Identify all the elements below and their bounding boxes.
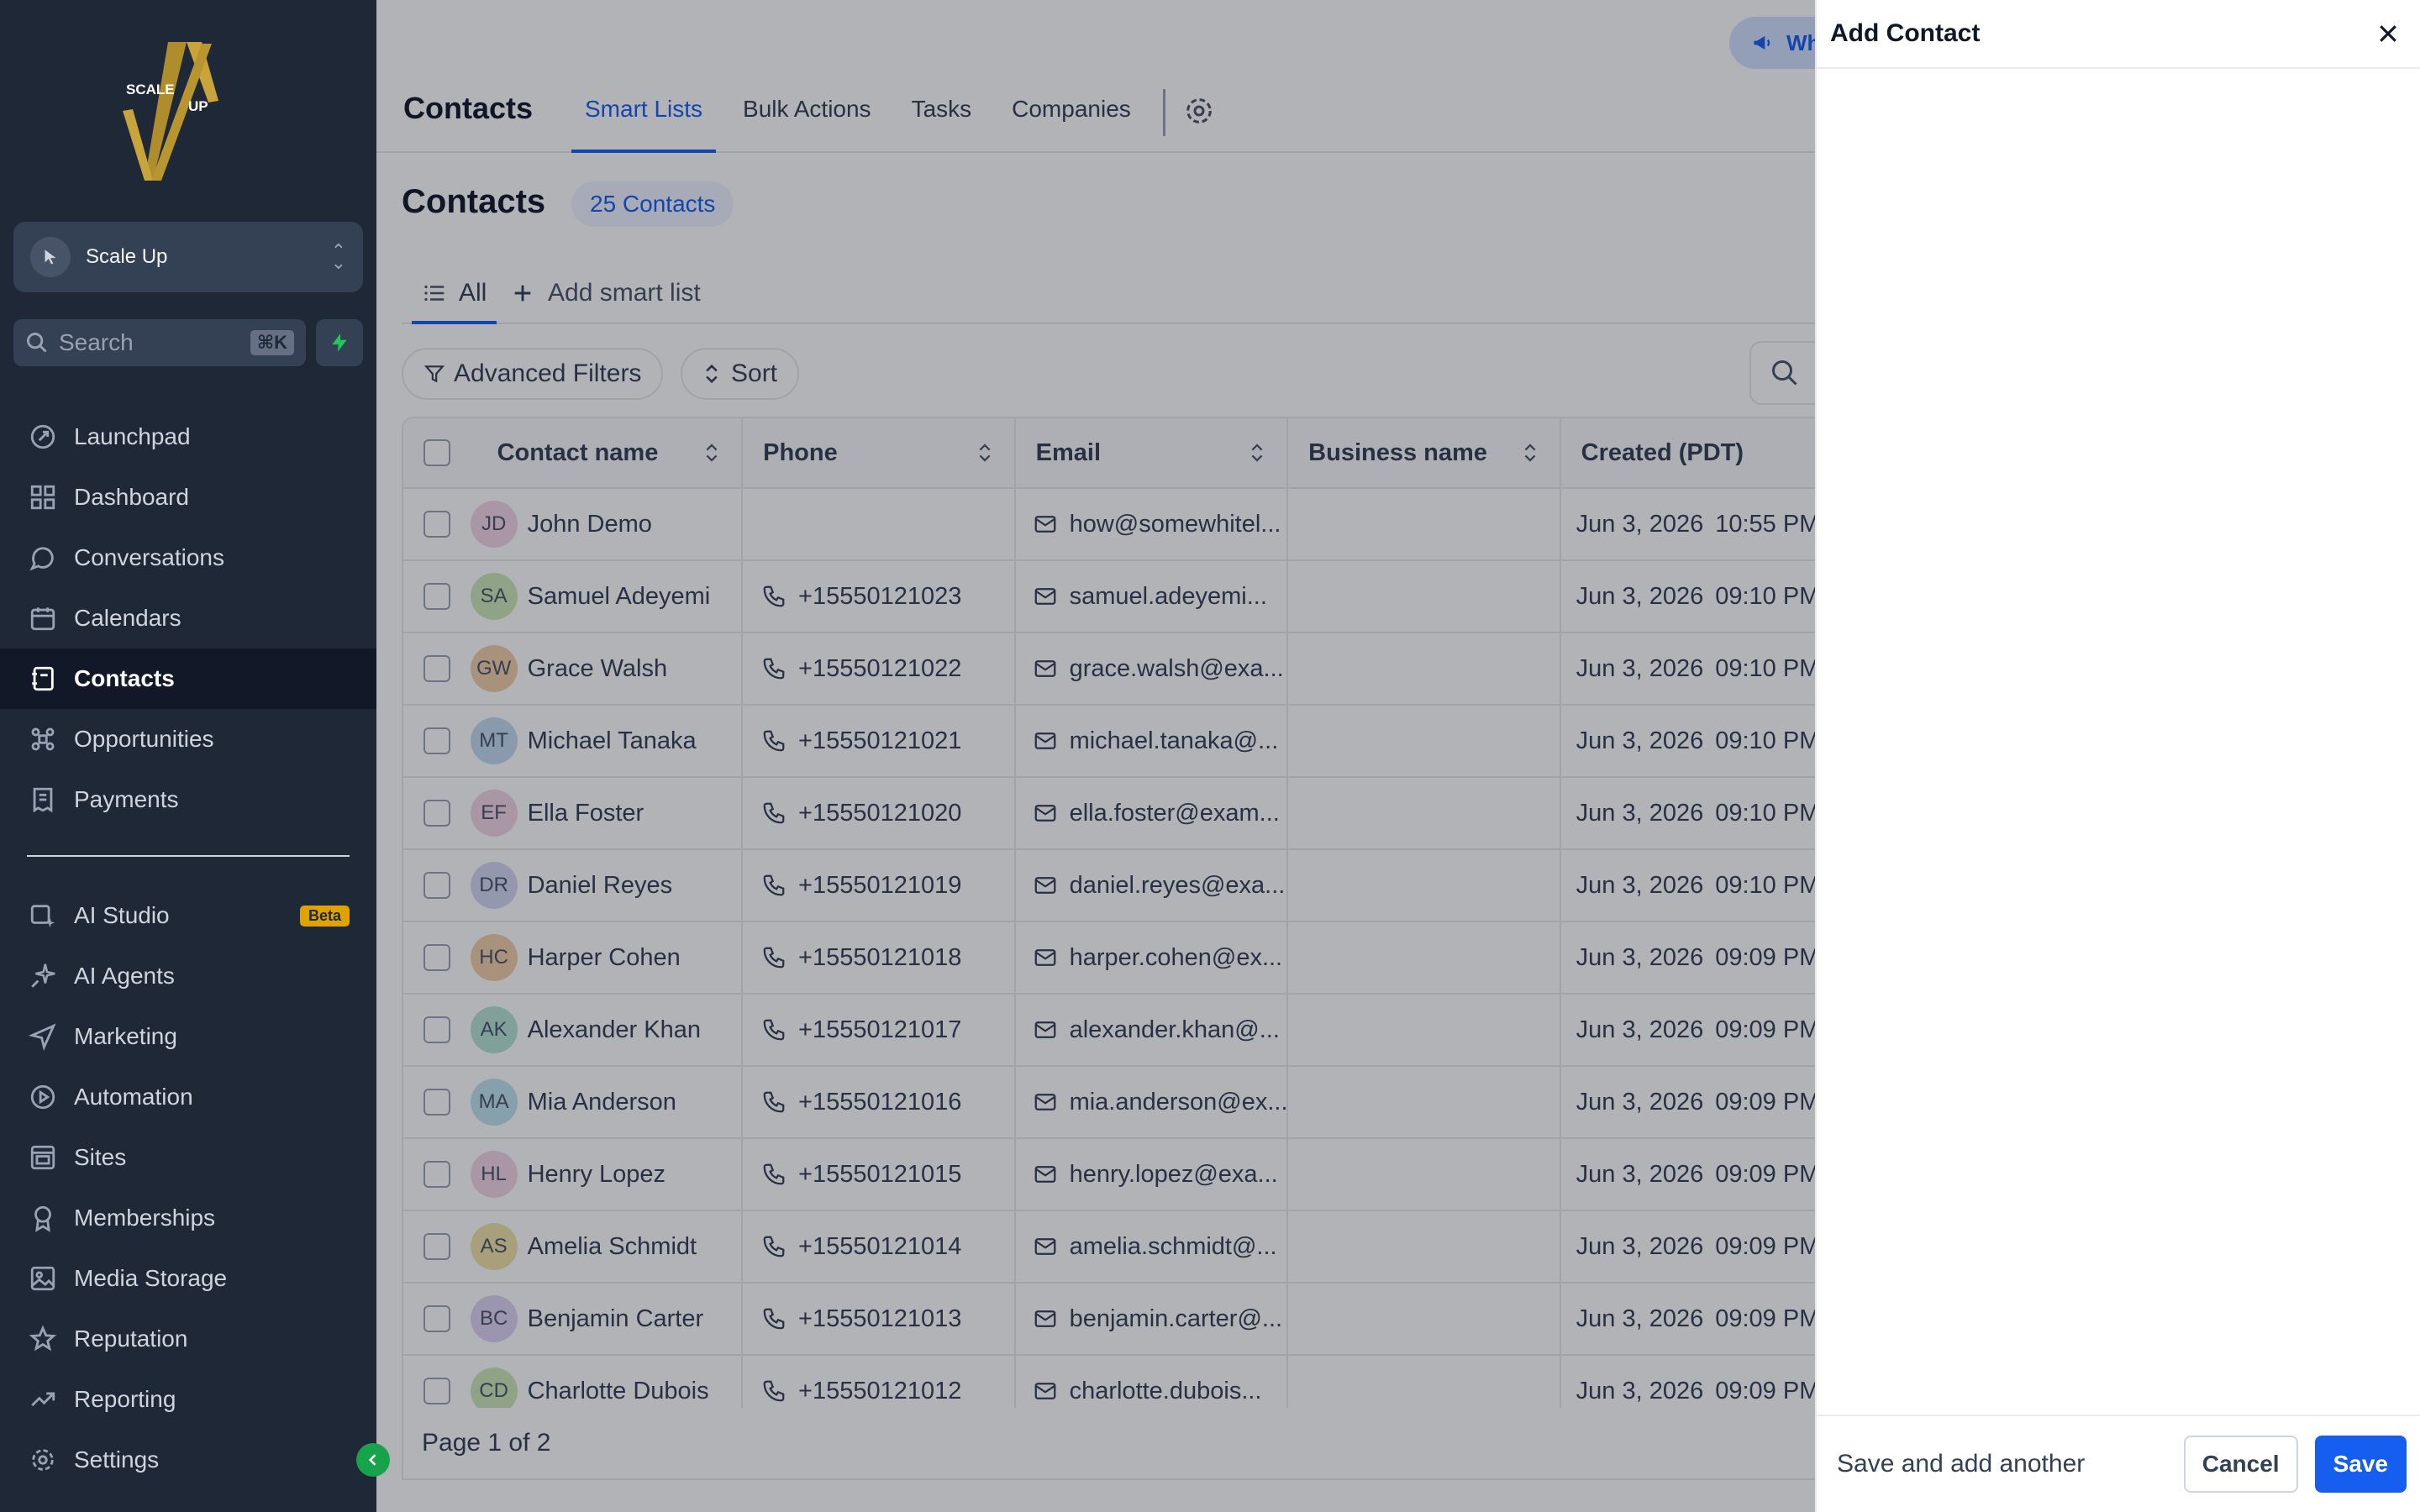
add-contact-drawer: Add Contact Save and add another Cancel … [1815,0,2420,1512]
chevron-left-icon [368,1454,376,1466]
sidebar-item-contacts[interactable]: Contacts [0,648,376,709]
cancel-button[interactable]: Cancel [2183,1436,2298,1493]
search-icon [27,333,47,353]
sidebar-item-reputation[interactable]: Reputation [0,1309,376,1369]
sidebar-item-label: Media Storage [74,1265,228,1291]
drawer-header: Add Contact [1817,0,2420,69]
sidebar-item-conversations[interactable]: Conversations [0,528,376,588]
grid-icon [27,481,59,513]
gear-icon [27,1444,59,1476]
sidebar-item-label: Contacts [74,665,175,691]
sidebar-item-ai-agents[interactable]: AI Agents [0,946,376,1006]
sidebar-item-marketing[interactable]: Marketing [0,1006,376,1067]
chat-icon [27,542,59,574]
sites-icon [27,1142,59,1173]
chevron-updown-icon: ⌃ ⌄ [330,240,346,273]
sidebar-item-opportunities[interactable]: Opportunities [0,709,376,769]
account-switcher[interactable]: Scale Up ⌃ ⌄ [13,222,363,292]
sidebar-item-launchpad[interactable]: Launchpad [0,407,376,467]
sidebar-nav-primary: Launchpad Dashboard Conversations Calend… [0,407,376,830]
drawer-footer: Save and add another Cancel Save [1817,1415,2420,1512]
sidebar-item-label: Conversations [74,544,224,570]
search-placeholder: Search [59,329,134,355]
beta-badge: Beta [299,905,350,927]
sidebar-item-label: Marketing [74,1023,177,1049]
sidebar-item-automation[interactable]: Automation [0,1067,376,1127]
trend-icon [27,1383,59,1415]
close-icon [2380,25,2396,42]
sidebar-item-label: AI Studio [74,902,170,928]
send-icon [27,1021,59,1053]
sidebar-item-calendars[interactable]: Calendars [0,588,376,648]
funnel-icon [27,723,59,755]
calendar-icon [27,602,59,634]
close-drawer-button[interactable] [2370,15,2407,52]
quick-actions-button[interactable] [316,319,363,366]
sidebar-item-sites[interactable]: Sites [0,1127,376,1188]
sidebar-item-label: Dashboard [74,484,189,510]
badge-icon [27,1202,59,1234]
sidebar-item-label: Sites [74,1144,127,1170]
ai-studio-icon [27,900,59,932]
sidebar-item-memberships[interactable]: Memberships [0,1188,376,1248]
sidebar-item-label: Reporting [74,1386,176,1412]
sidebar: SCALE UP Scale Up ⌃ ⌄ Search ⌘K Launchpad… [0,0,376,1512]
sidebar-item-payments[interactable]: Payments [0,769,376,830]
bolt-icon [332,333,347,352]
account-name: Scale Up [86,245,168,268]
sidebar-item-label: Payments [74,786,179,812]
sidebar-item-media-storage[interactable]: Media Storage [0,1248,376,1309]
logo-text-up: UP [188,98,208,114]
sidebar-item-label: Launchpad [74,423,191,449]
save-button[interactable]: Save [2314,1436,2407,1493]
account-icon [30,237,71,277]
sidebar-item-settings[interactable]: Settings [0,1430,376,1490]
sidebar-item-dashboard[interactable]: Dashboard [0,467,376,528]
sidebar-item-reporting[interactable]: Reporting [0,1369,376,1430]
star-icon [27,1323,59,1355]
sidebar-item-label: Settings [74,1446,160,1473]
search-shortcut: ⌘K [250,330,294,355]
rocket-icon [27,421,59,453]
sidebar-divider [27,855,350,857]
sidebar-nav-secondary: AI Studio Beta AI Agents Marketing Autom… [0,885,376,1490]
sidebar-item-label: Automation [74,1084,193,1110]
sidebar-item-label: Calendars [74,605,182,631]
receipt-icon [27,784,59,816]
sidebar-item-label: Opportunities [74,726,214,752]
sidebar-item-label: Memberships [74,1205,216,1231]
contacts-book-icon [27,663,59,695]
scale-up-logo[interactable]: SCALE UP [118,34,260,185]
logo-text-scale: SCALE [126,81,175,97]
drawer-title: Add Contact [1830,19,1981,47]
sidebar-item-label: Reputation [74,1326,188,1352]
sidebar-search[interactable]: Search ⌘K [13,319,306,366]
sidebar-item-ai-studio[interactable]: AI Studio Beta [0,885,376,946]
automation-icon [27,1081,59,1113]
sidebar-item-label: AI Agents [74,963,175,989]
save-and-add-another-button[interactable]: Save and add another [1837,1450,2184,1478]
sparkle-icon [27,960,59,992]
collapse-sidebar-button[interactable] [356,1443,390,1477]
image-icon [27,1263,59,1294]
